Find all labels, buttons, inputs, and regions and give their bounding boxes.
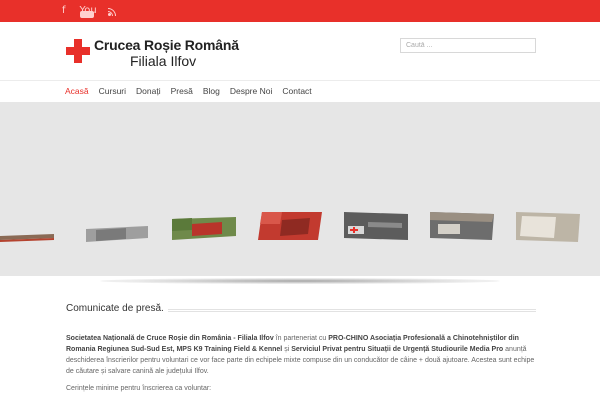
search-input[interactable] <box>400 38 536 53</box>
site-title[interactable]: Crucea Roșie Română <box>94 37 239 53</box>
org-name: Societatea Națională de Cruce Roșie din … <box>66 335 274 342</box>
section-title: Comunicate de presă. <box>66 303 164 314</box>
slide-thumbnail-5[interactable] <box>344 212 408 242</box>
youtube-tube-shape <box>79 11 94 18</box>
nav-item-despre-noi[interactable]: Despre Noi <box>230 86 273 96</box>
partner-name-2: Serviciul Privat pentru Situații de Urge… <box>291 346 504 353</box>
site-header: Crucea Roșie Română Filiala Ilfov <box>0 22 600 80</box>
social-links: f You <box>62 4 117 18</box>
image-slider[interactable] <box>0 102 600 276</box>
section-divider <box>168 309 536 312</box>
top-bar: f You <box>0 0 600 22</box>
slide-thumbnail-6[interactable] <box>430 212 494 242</box>
red-cross-logo-icon[interactable] <box>66 39 90 63</box>
slide-thumbnail-2[interactable] <box>86 212 148 242</box>
facebook-icon[interactable]: f <box>62 4 66 18</box>
main-nav: Acasă Cursuri Donați Presă Blog Despre Noi Con… <box>0 80 600 102</box>
nav-item-donați[interactable]: Donați <box>136 86 161 96</box>
site-subtitle: Filiala Ilfov <box>130 53 197 69</box>
article-paragraph: Societatea Națională de Cruce Roșie din … <box>66 335 535 375</box>
slide-thumbnail-1[interactable] <box>0 212 54 242</box>
youtube-icon[interactable]: You <box>79 4 97 18</box>
slide-thumbnail-7[interactable] <box>516 212 580 242</box>
slide-thumbnail-3[interactable] <box>172 212 236 242</box>
nav-item-presă[interactable]: Presă <box>171 86 193 96</box>
slider-shadow <box>100 278 500 284</box>
nav-item-acasă[interactable]: Acasă <box>65 86 89 96</box>
nav-list: Acasă Cursuri Donați Presă Blog Despre Noi Con… <box>65 86 322 96</box>
nav-item-contact[interactable]: Contact <box>282 86 311 96</box>
nav-item-blog[interactable]: Blog <box>203 86 220 96</box>
article-paragraph-2: Cerințele minime pentru înscrierea ca vo… <box>66 385 212 392</box>
nav-item-cursuri[interactable]: Cursuri <box>99 86 126 96</box>
slide-thumbnail-4[interactable] <box>258 212 322 242</box>
rss-icon[interactable] <box>107 7 117 16</box>
